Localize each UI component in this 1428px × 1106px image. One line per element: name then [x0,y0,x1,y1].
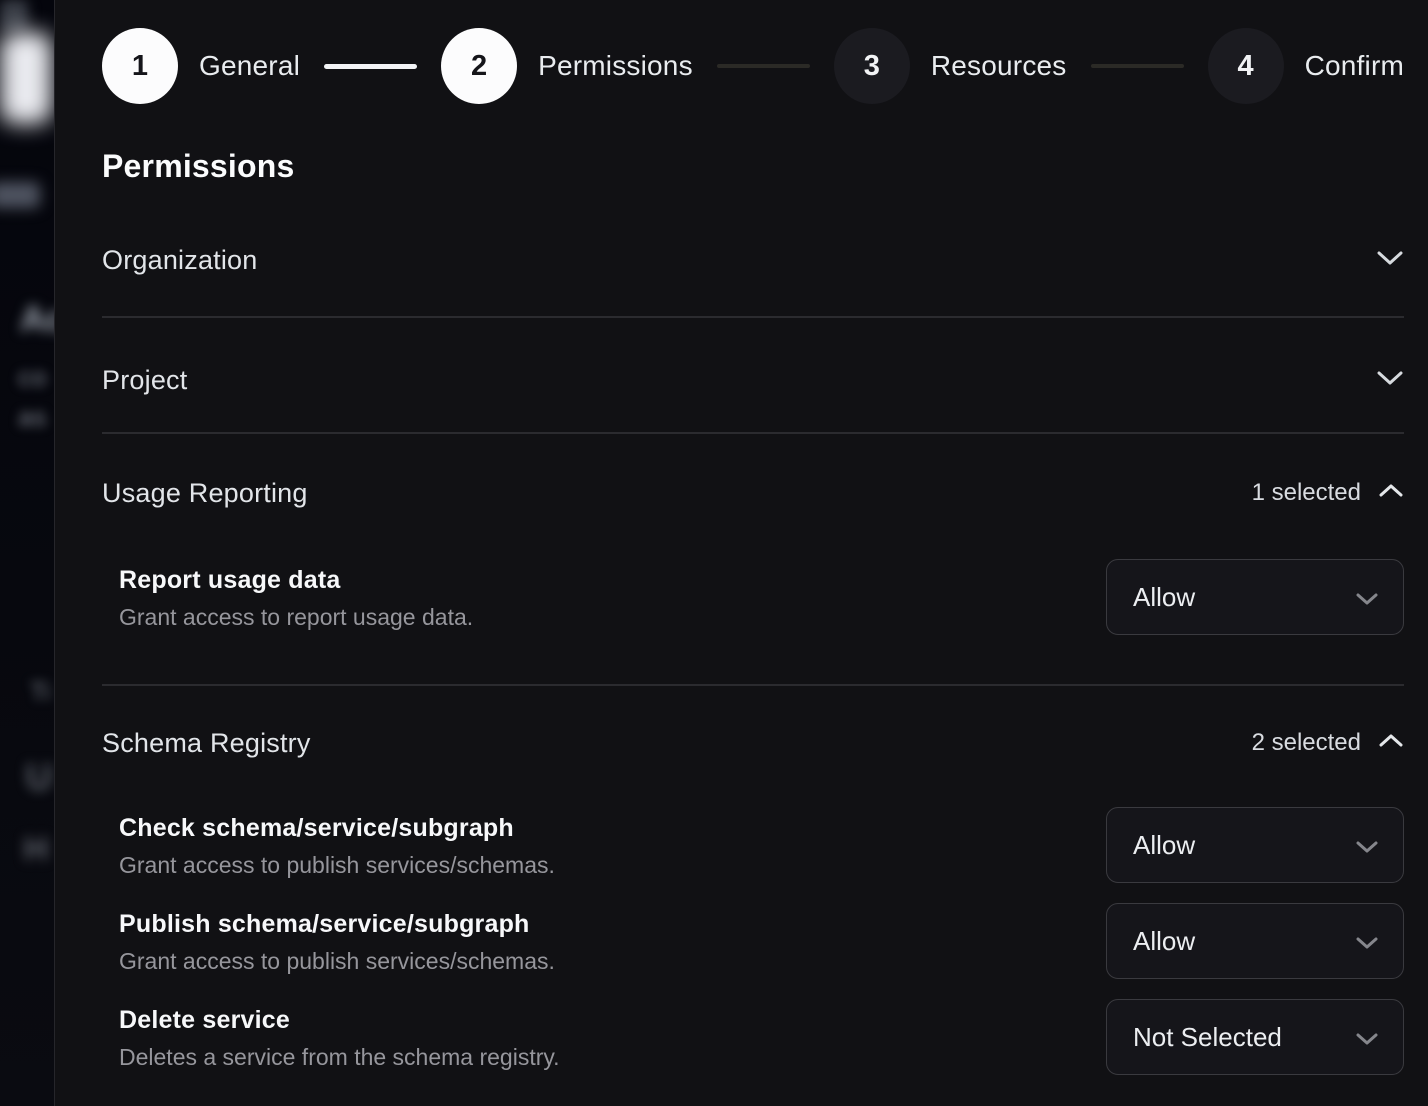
permission-row-report-usage-data: Report usage data Grant access to report… [102,559,1404,635]
blurred-text-fragment: U [26,756,52,798]
permission-row-check-schema: Check schema/service/subgraph Grant acce… [102,807,1404,883]
permission-text: Publish schema/service/subgraph Grant ac… [119,903,555,974]
blurred-text-fragment: co [18,362,47,393]
blurred-logo-button [0,32,52,124]
permission-description: Grant access to publish services/schemas… [119,853,555,878]
chevron-up-icon [1378,483,1404,504]
select-value: Allow [1133,926,1195,957]
permission-title: Report usage data [119,567,473,594]
permission-select-delete-service[interactable]: Not Selected [1106,999,1404,1075]
step-label: Resources [931,50,1067,82]
permission-title: Publish schema/service/subgraph [119,911,555,938]
step-connector-complete [324,64,417,69]
chevron-down-icon [1376,369,1404,392]
select-value: Not Selected [1133,1022,1282,1053]
step-label: Permissions [538,50,693,82]
selected-count-badge: 1 selected [1252,479,1361,507]
wizard-stepper: 1 General 2 Permissions 3 Resources 4 Co… [102,28,1404,104]
permission-text: Report usage data Grant access to report… [119,559,473,630]
permission-text: Delete service Deletes a service from th… [119,999,560,1070]
section-header-project[interactable]: Project [102,318,1404,432]
chevron-down-icon [1355,926,1379,957]
section-project: Project [102,318,1404,434]
blurred-icon [0,0,28,32]
selected-count-badge: 2 selected [1252,729,1361,757]
create-token-wizard-modal: 1 General 2 Permissions 3 Resources 4 Co… [54,0,1428,1106]
section-header-usage-reporting[interactable]: Usage Reporting 1 selected [102,434,1404,510]
step-resources[interactable]: 3 Resources [834,28,1067,104]
section-usage-reporting: Usage Reporting 1 selected Report usage … [102,434,1404,686]
permission-text: Check schema/service/subgraph Grant acce… [119,807,555,878]
step-number-badge: 4 [1208,28,1284,104]
chevron-down-icon [1355,1022,1379,1053]
blurred-text-fragment: Ti [30,678,50,707]
permission-row-delete-service: Delete service Deletes a service from th… [102,999,1404,1075]
section-organization: Organization [102,185,1404,318]
section-label: Schema Registry [102,726,311,760]
step-general[interactable]: 1 General [102,28,300,104]
permission-description: Grant access to publish services/schemas… [119,949,555,974]
step-connector [717,64,810,68]
blurred-text-fragment: Ac [20,298,54,340]
blurred-text-fragment: as [18,402,47,433]
permission-row-publish-schema: Publish schema/service/subgraph Grant ac… [102,903,1404,979]
select-value: Allow [1133,830,1195,861]
permission-title: Check schema/service/subgraph [119,815,555,842]
section-header-organization[interactable]: Organization [102,185,1404,316]
permission-description: Deletes a service from the schema regist… [119,1045,560,1070]
blurred-text-fragment: H [24,830,48,868]
chevron-down-icon [1355,830,1379,861]
permission-select-publish-schema[interactable]: Allow [1106,903,1404,979]
step-confirm[interactable]: 4 Confirm [1208,28,1404,104]
chevron-up-icon [1378,733,1404,754]
permission-select-report-usage-data[interactable]: Allow [1106,559,1404,635]
section-header-schema-registry[interactable]: Schema Registry 2 selected [102,686,1404,760]
section-schema-registry: Schema Registry 2 selected Check schema/… [102,686,1404,1075]
step-number-badge: 2 [441,28,517,104]
chevron-down-icon [1355,582,1379,613]
step-permissions[interactable]: 2 Permissions [441,28,693,104]
step-connector [1091,64,1184,68]
permission-select-check-schema[interactable]: Allow [1106,807,1404,883]
page-title: Permissions [102,148,1404,185]
permission-description: Grant access to report usage data. [119,605,473,630]
chevron-down-icon [1376,249,1404,272]
step-number-badge: 3 [834,28,910,104]
step-label: Confirm [1305,50,1404,82]
blurred-nav-pill [0,182,40,208]
background-app-blurred: Ac co as Ti U H [0,0,54,1106]
step-label: General [199,50,300,82]
permission-title: Delete service [119,1007,560,1034]
step-number-badge: 1 [102,28,178,104]
section-label: Usage Reporting [102,476,308,510]
section-label: Project [102,363,187,397]
select-value: Allow [1133,582,1195,613]
section-label: Organization [102,243,258,277]
